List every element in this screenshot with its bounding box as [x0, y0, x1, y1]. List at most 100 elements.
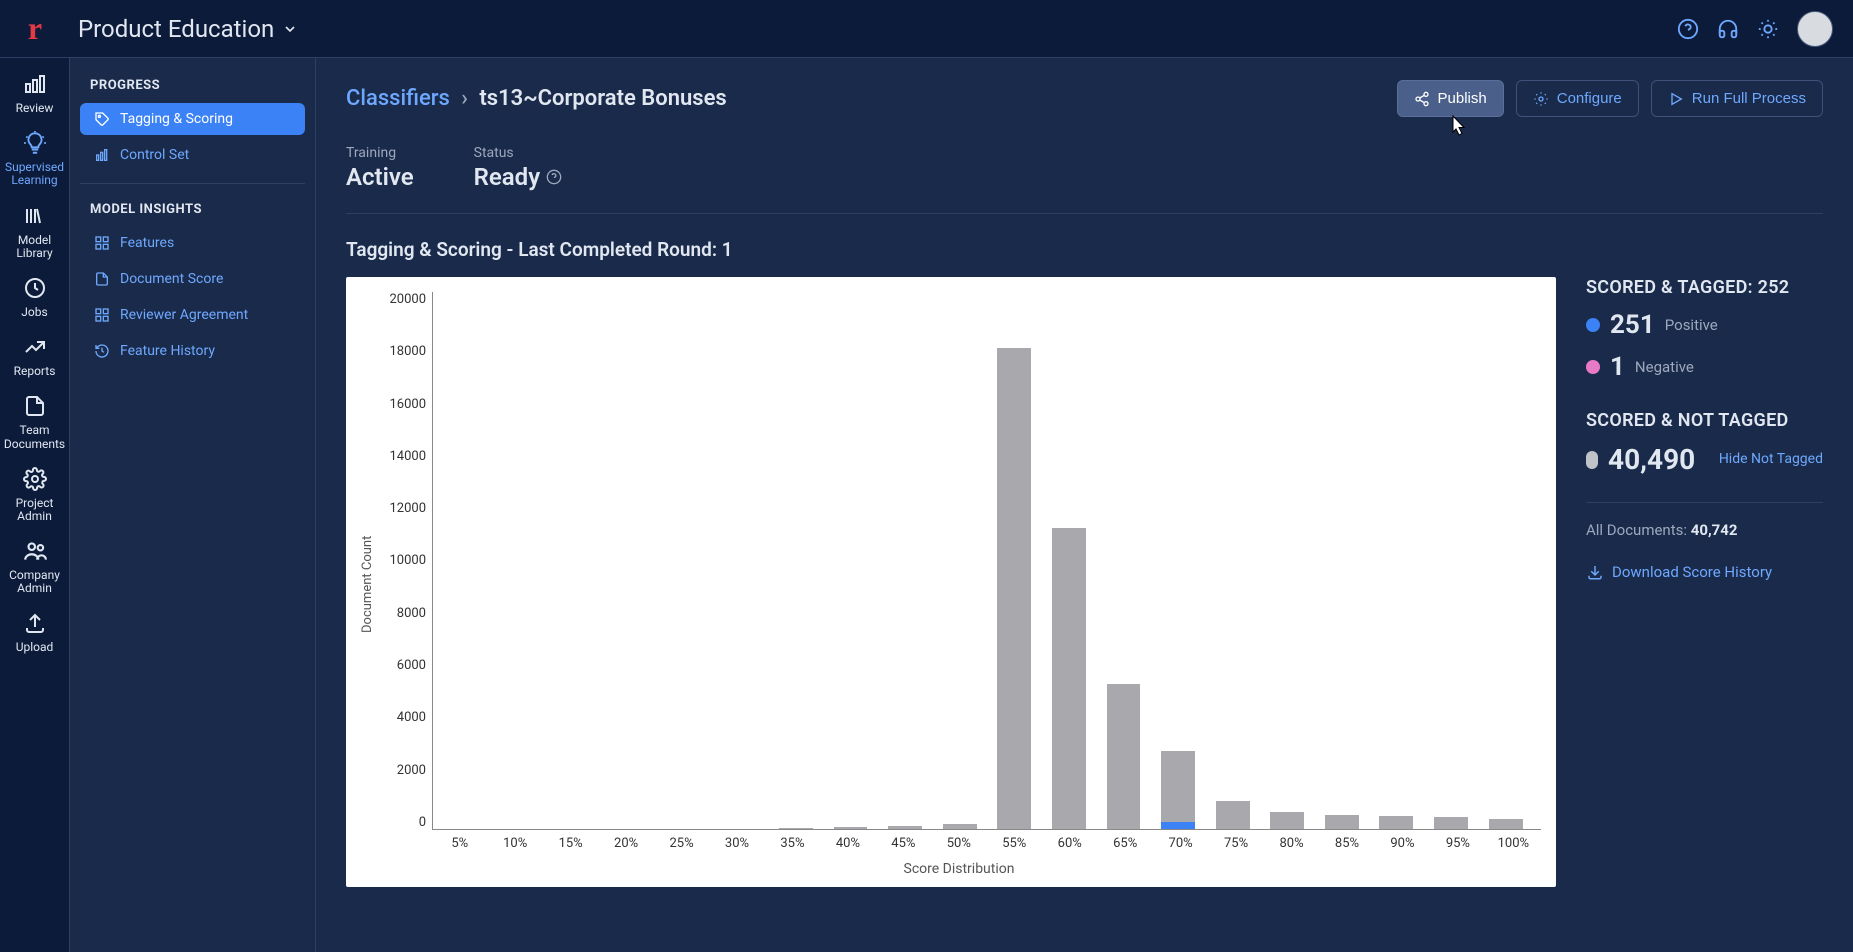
bar-column[interactable]	[1424, 292, 1479, 829]
chart-y-axis: 2000018000160001400012000100008000600040…	[377, 292, 432, 830]
negative-stat: 1 Negative	[1586, 352, 1823, 382]
sidebar-item-features[interactable]: Features	[80, 227, 305, 259]
training-status: Training Active	[346, 145, 414, 191]
theme-icon[interactable]	[1757, 18, 1779, 40]
bar-column[interactable]	[659, 292, 714, 829]
bar-positive	[1161, 822, 1195, 829]
rail-jobs[interactable]: Jobs	[3, 274, 67, 319]
bar-column[interactable]	[769, 292, 824, 829]
header-row: Classifiers › ts13~Corporate Bonuses Pub…	[346, 80, 1823, 117]
chart-icon	[94, 147, 110, 163]
score-distribution-chart: Document Count 2000018000160001400012000…	[346, 277, 1556, 887]
grid-icon	[94, 235, 110, 251]
status-row: Training Active Status Ready	[346, 145, 1823, 214]
tag-icon	[94, 111, 110, 127]
bar-column[interactable]	[1151, 292, 1206, 829]
scored-not-tagged-heading: SCORED & NOT TAGGED	[1586, 410, 1823, 431]
sidebar-divider	[80, 183, 305, 184]
hide-not-tagged-link[interactable]: Hide Not Tagged	[1719, 450, 1823, 468]
support-icon[interactable]	[1717, 18, 1739, 40]
rail-review[interactable]: Review	[3, 70, 67, 115]
y-tick: 18000	[389, 344, 426, 359]
bar-column[interactable]	[496, 292, 551, 829]
sidebar-item-document-score[interactable]: Document Score	[80, 263, 305, 295]
y-tick: 10000	[389, 553, 426, 568]
rail-model-library[interactable]: Model Library	[3, 202, 67, 260]
dot-negative-icon	[1586, 360, 1600, 374]
x-tick: 100%	[1486, 830, 1541, 857]
sidebar-section-progress: PROGRESS	[80, 72, 305, 99]
chart-x-label: Score Distribution	[377, 861, 1541, 877]
sidebar-section-model-insights: MODEL INSIGHTS	[80, 196, 305, 223]
info-icon[interactable]	[546, 169, 562, 185]
file-icon	[94, 271, 110, 287]
play-icon	[1668, 91, 1684, 107]
gear-icon	[1533, 91, 1549, 107]
bar-not-tagged	[1489, 819, 1523, 829]
bar-column[interactable]	[987, 292, 1042, 829]
grid-icon	[94, 307, 110, 323]
y-tick: 8000	[397, 606, 426, 621]
x-tick: 20%	[598, 830, 653, 857]
x-tick: 45%	[876, 830, 931, 857]
ready-status: Status Ready	[474, 145, 562, 191]
bar-not-tagged	[1052, 528, 1086, 829]
x-tick: 25%	[654, 830, 709, 857]
x-tick: 30%	[709, 830, 764, 857]
x-tick: 80%	[1264, 830, 1319, 857]
rail-reports[interactable]: Reports	[3, 333, 67, 378]
bar-column[interactable]	[1260, 292, 1315, 829]
bar-column[interactable]	[550, 292, 605, 829]
x-tick: 35%	[765, 830, 820, 857]
bar-column[interactable]	[823, 292, 878, 829]
cursor-icon	[1447, 114, 1467, 138]
run-full-process-button[interactable]: Run Full Process	[1651, 80, 1823, 117]
sidebar-item-tagging-scoring[interactable]: Tagging & Scoring	[80, 103, 305, 135]
bar-column[interactable]	[1315, 292, 1370, 829]
workspace-switcher[interactable]: Product Education	[78, 15, 298, 43]
rail-upload[interactable]: Upload	[3, 609, 67, 654]
y-tick: 16000	[389, 397, 426, 412]
bar-column[interactable]	[1478, 292, 1533, 829]
y-tick: 2000	[397, 763, 426, 778]
bar-column[interactable]	[714, 292, 769, 829]
sidebar-item-feature-history[interactable]: Feature History	[80, 335, 305, 367]
library-icon	[21, 202, 49, 230]
bar-column[interactable]	[878, 292, 933, 829]
bar-column[interactable]	[605, 292, 660, 829]
bar-column[interactable]	[1042, 292, 1097, 829]
rail-company-admin[interactable]: Company Admin	[3, 537, 67, 595]
breadcrumb-root[interactable]: Classifiers	[346, 86, 450, 111]
configure-button[interactable]: Configure	[1516, 80, 1639, 117]
logo-r-icon: r	[28, 10, 42, 47]
nav-rail: Review Supervised Learning Model Library…	[0, 58, 70, 952]
help-icon[interactable]	[1677, 18, 1699, 40]
x-tick: 75%	[1208, 830, 1263, 857]
bar-column[interactable]	[1369, 292, 1424, 829]
sidebar-item-reviewer-agreement[interactable]: Reviewer Agreement	[80, 299, 305, 331]
x-tick: 85%	[1319, 830, 1374, 857]
bar-not-tagged	[888, 826, 922, 829]
gear-icon	[21, 465, 49, 493]
download-score-history-link[interactable]: Download Score History	[1586, 563, 1823, 581]
share-icon	[1414, 91, 1430, 107]
download-icon	[1586, 563, 1604, 581]
y-tick: 6000	[397, 658, 426, 673]
rail-supervised-learning[interactable]: Supervised Learning	[3, 129, 67, 187]
app-logo[interactable]: r	[10, 10, 60, 47]
workspace-name-label: Product Education	[78, 15, 274, 43]
publish-button[interactable]: Publish	[1397, 80, 1504, 117]
bar-column[interactable]	[932, 292, 987, 829]
rail-team-documents[interactable]: Team Documents	[3, 392, 67, 450]
sidebar-item-control-set[interactable]: Control Set	[80, 139, 305, 171]
users-icon	[21, 537, 49, 565]
bar-column[interactable]	[441, 292, 496, 829]
y-tick: 0	[419, 815, 426, 830]
bar-column[interactable]	[1096, 292, 1151, 829]
x-tick: 60%	[1042, 830, 1097, 857]
rail-project-admin[interactable]: Project Admin	[3, 465, 67, 523]
user-avatar[interactable]	[1797, 11, 1833, 47]
history-icon	[94, 343, 110, 359]
bar-column[interactable]	[1205, 292, 1260, 829]
x-tick: 40%	[820, 830, 875, 857]
